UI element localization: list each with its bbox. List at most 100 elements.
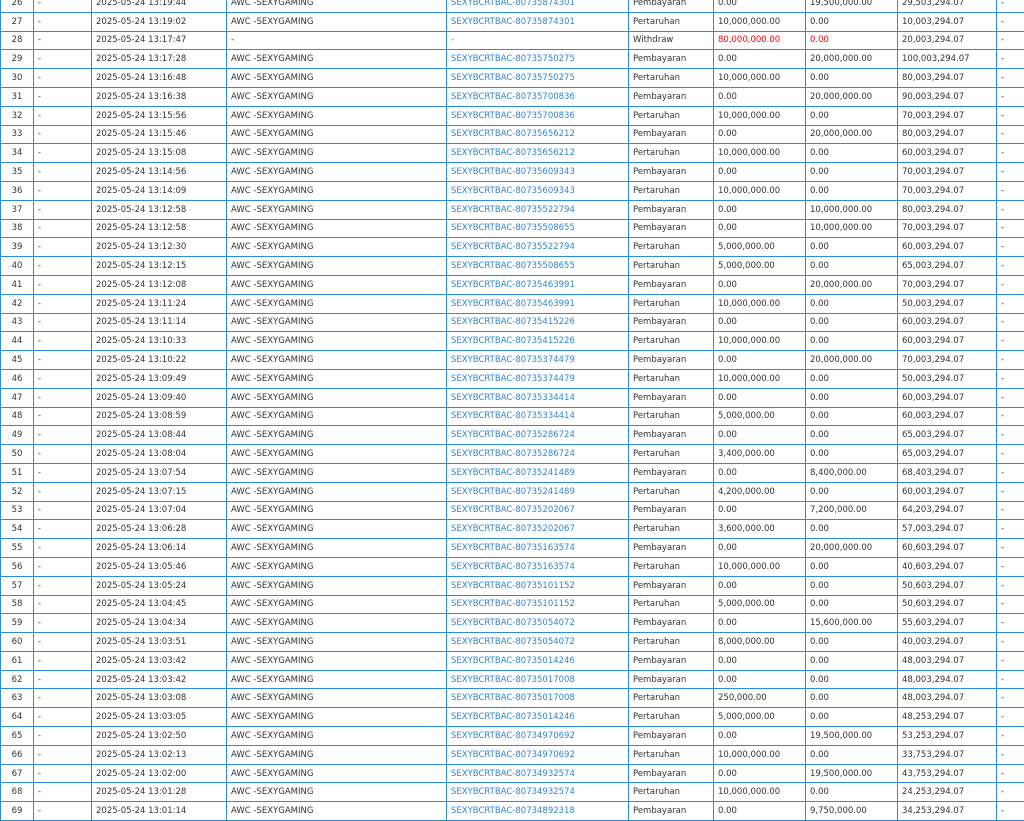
transaction-type-cell: Pertaruhan xyxy=(629,106,714,125)
reference-link[interactable]: SEXYBCRTBAC-80735874301 xyxy=(447,12,629,31)
datetime-cell: 2025-05-24 13:15:56 xyxy=(92,106,227,125)
member-cell: - xyxy=(34,275,92,294)
reference-link[interactable]: SEXYBCRTBAC-80735463991 xyxy=(447,275,629,294)
datetime-cell: 2025-05-24 13:04:34 xyxy=(92,614,227,633)
reference-link[interactable]: SEXYBCRTBAC-80735054072 xyxy=(447,614,629,633)
reference-link[interactable]: SEXYBCRTBAC-80735609343 xyxy=(447,181,629,200)
reference-link[interactable]: SEXYBCRTBAC-80734892318 xyxy=(447,802,629,821)
provider-cell: AWC -SEXYGAMING xyxy=(227,50,447,69)
row-number: 52 xyxy=(1,482,34,501)
debit-amount-cell: 0.00 xyxy=(714,651,806,670)
reference-link[interactable]: SEXYBCRTBAC-80735286724 xyxy=(447,445,629,464)
table-row: 65-2025-05-24 13:02:50AWC -SEXYGAMINGSEX… xyxy=(1,727,1024,746)
reference-link[interactable]: SEXYBCRTBAC-80735334414 xyxy=(447,388,629,407)
reference-link[interactable]: SEXYBCRTBAC-80735522794 xyxy=(447,200,629,219)
transaction-type-cell: Pertaruhan xyxy=(629,238,714,257)
reference-link[interactable]: SEXYBCRTBAC-80735286724 xyxy=(447,426,629,445)
reference-link[interactable]: SEXYBCRTBAC-80735202067 xyxy=(447,520,629,539)
reference-link[interactable]: SEXYBCRTBAC-80735522794 xyxy=(447,238,629,257)
row-number: 59 xyxy=(1,614,34,633)
reference-link[interactable]: SEXYBCRTBAC-80735163574 xyxy=(447,557,629,576)
row-number: 64 xyxy=(1,708,34,727)
reference-link[interactable]: - xyxy=(447,31,629,50)
reference-link[interactable]: SEXYBCRTBAC-80735508655 xyxy=(447,257,629,276)
transaction-type-cell: Pertaruhan xyxy=(629,445,714,464)
reference-link[interactable]: SEXYBCRTBAC-80734970692 xyxy=(447,745,629,764)
reference-link[interactable]: SEXYBCRTBAC-80735750275 xyxy=(447,69,629,88)
transaction-type-cell: Pertaruhan xyxy=(629,407,714,426)
reference-link[interactable]: SEXYBCRTBAC-80735415226 xyxy=(447,313,629,332)
reference-link[interactable]: SEXYBCRTBAC-80735014246 xyxy=(447,651,629,670)
member-cell: - xyxy=(34,219,92,238)
reference-link[interactable]: SEXYBCRTBAC-80735054072 xyxy=(447,633,629,652)
credit-amount-cell: 19,500,000.00 xyxy=(806,727,898,746)
reference-link[interactable]: SEXYBCRTBAC-80735017008 xyxy=(447,670,629,689)
transaction-type-cell: Pembayaran xyxy=(629,50,714,69)
datetime-cell: 2025-05-24 13:10:33 xyxy=(92,332,227,351)
reference-link[interactable]: SEXYBCRTBAC-80735334414 xyxy=(447,407,629,426)
reference-link[interactable]: SEXYBCRTBAC-80734932574 xyxy=(447,764,629,783)
transaction-type-cell: Pembayaran xyxy=(629,275,714,294)
reference-link[interactable]: SEXYBCRTBAC-80735656212 xyxy=(447,125,629,144)
reference-link[interactable]: SEXYBCRTBAC-80735241489 xyxy=(447,463,629,482)
credit-amount-cell: 8,400,000.00 xyxy=(806,463,898,482)
reference-link[interactable]: SEXYBCRTBAC-80735463991 xyxy=(447,294,629,313)
reference-link[interactable]: SEXYBCRTBAC-80735415226 xyxy=(447,332,629,351)
member-cell: - xyxy=(34,69,92,88)
reference-link[interactable]: SEXYBCRTBAC-80735874301 xyxy=(447,0,629,12)
row-number: 33 xyxy=(1,125,34,144)
reference-link[interactable]: SEXYBCRTBAC-80735656212 xyxy=(447,144,629,163)
table-row: 53-2025-05-24 13:07:04AWC -SEXYGAMINGSEX… xyxy=(1,501,1024,520)
credit-amount-cell: 10,000,000.00 xyxy=(806,219,898,238)
balance-cell: 43,753,294.07 xyxy=(898,764,997,783)
reference-link[interactable]: SEXYBCRTBAC-80735609343 xyxy=(447,163,629,182)
balance-cell: 48,003,294.07 xyxy=(898,651,997,670)
row-number: 47 xyxy=(1,388,34,407)
reference-link[interactable]: SEXYBCRTBAC-80735101152 xyxy=(447,595,629,614)
reference-link[interactable]: SEXYBCRTBAC-80735202067 xyxy=(447,501,629,520)
balance-cell: 24,253,294.07 xyxy=(898,783,997,802)
reference-link[interactable]: SEXYBCRTBAC-80734932574 xyxy=(447,783,629,802)
transaction-type-cell: Pertaruhan xyxy=(629,689,714,708)
table-row: 30-2025-05-24 13:16:48AWC -SEXYGAMINGSEX… xyxy=(1,69,1024,88)
member-cell: - xyxy=(34,651,92,670)
action-cell: - xyxy=(997,557,1024,576)
reference-link[interactable]: SEXYBCRTBAC-80735700836 xyxy=(447,87,629,106)
table-row: 42-2025-05-24 13:11:24AWC -SEXYGAMINGSEX… xyxy=(1,294,1024,313)
reference-link[interactable]: SEXYBCRTBAC-80735241489 xyxy=(447,482,629,501)
row-number: 61 xyxy=(1,651,34,670)
reference-link[interactable]: SEXYBCRTBAC-80735163574 xyxy=(447,539,629,558)
debit-amount-cell: 0.00 xyxy=(714,539,806,558)
action-cell: - xyxy=(997,200,1024,219)
datetime-cell: 2025-05-24 13:06:28 xyxy=(92,520,227,539)
provider-cell: AWC -SEXYGAMING xyxy=(227,501,447,520)
transaction-type-cell: Pembayaran xyxy=(629,576,714,595)
member-cell: - xyxy=(34,238,92,257)
reference-link[interactable]: SEXYBCRTBAC-80735700836 xyxy=(447,106,629,125)
table-row: 32-2025-05-24 13:15:56AWC -SEXYGAMINGSEX… xyxy=(1,106,1024,125)
reference-link[interactable]: SEXYBCRTBAC-80735750275 xyxy=(447,50,629,69)
transaction-type-cell: Pertaruhan xyxy=(629,708,714,727)
balance-cell: 60,003,294.07 xyxy=(898,313,997,332)
member-cell: - xyxy=(34,12,92,31)
reference-link[interactable]: SEXYBCRTBAC-80735508655 xyxy=(447,219,629,238)
reference-link[interactable]: SEXYBCRTBAC-80734970692 xyxy=(447,727,629,746)
reference-link[interactable]: SEXYBCRTBAC-80735374479 xyxy=(447,351,629,370)
reference-link[interactable]: SEXYBCRTBAC-80735101152 xyxy=(447,576,629,595)
member-cell: - xyxy=(34,501,92,520)
debit-amount-cell: 10,000,000.00 xyxy=(714,745,806,764)
credit-amount-cell: 20,000,000.00 xyxy=(806,50,898,69)
transaction-type-cell: Pembayaran xyxy=(629,539,714,558)
action-cell: - xyxy=(997,764,1024,783)
balance-cell: 50,603,294.07 xyxy=(898,576,997,595)
table-row: 62-2025-05-24 13:03:42AWC -SEXYGAMINGSEX… xyxy=(1,670,1024,689)
reference-link[interactable]: SEXYBCRTBAC-80735014246 xyxy=(447,708,629,727)
datetime-cell: 2025-05-24 13:19:02 xyxy=(92,12,227,31)
provider-cell: AWC -SEXYGAMING xyxy=(227,106,447,125)
reference-link[interactable]: SEXYBCRTBAC-80735374479 xyxy=(447,369,629,388)
datetime-cell: 2025-05-24 13:11:14 xyxy=(92,313,227,332)
reference-link[interactable]: SEXYBCRTBAC-80735017008 xyxy=(447,689,629,708)
datetime-cell: 2025-05-24 13:16:38 xyxy=(92,87,227,106)
balance-cell: 64,203,294.07 xyxy=(898,501,997,520)
table-row: 36-2025-05-24 13:14:09AWC -SEXYGAMINGSEX… xyxy=(1,181,1024,200)
